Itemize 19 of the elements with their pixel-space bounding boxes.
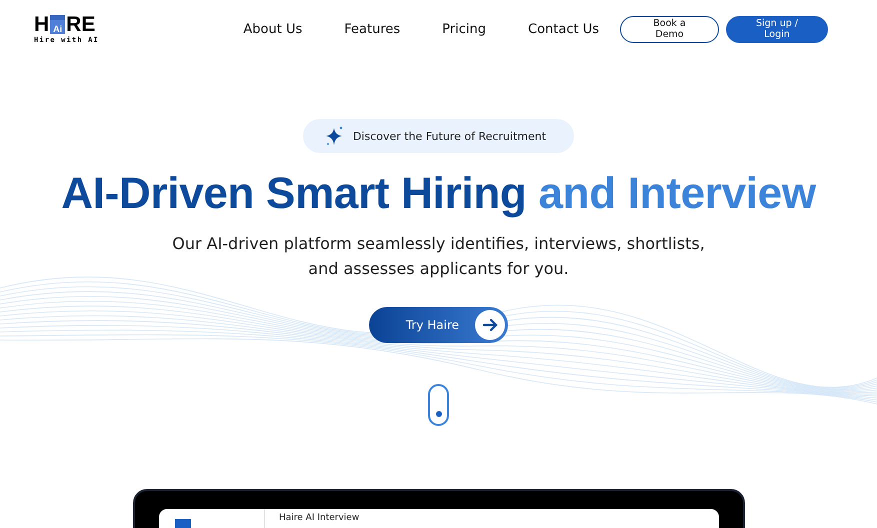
try-button[interactable]: Try Haire [369, 307, 508, 343]
signup-button[interactable]: Sign up / Login [726, 16, 828, 42]
preview-heading: Haire AI Interview [278, 512, 360, 525]
demo-button[interactable]: Book a Demo [620, 16, 719, 42]
logo-letter: H [34, 14, 50, 34]
hero-title-accent: and Interview [538, 169, 816, 219]
nav-link[interactable]: Pricing [442, 22, 486, 36]
logo-letter: RE [66, 14, 96, 34]
nav-link[interactable]: Contact Us [528, 22, 599, 36]
hero-title: AI-Driven Smart Hiring [61, 169, 526, 219]
announcement-text: Discover the Future of Recruitment [352, 130, 546, 142]
logo-icon [175, 519, 191, 528]
hero-subtitle: Our AI-driven platform seamlessly identifies, interviews, shortlists, and assesses applicants for you. [171, 233, 706, 280]
nav-link[interactable]: About Us [243, 22, 302, 36]
scroll-indicator [428, 384, 449, 426]
logo-badge: Ai [50, 15, 66, 34]
sparkle-icon [324, 125, 345, 147]
arrow-right-icon [475, 310, 505, 340]
nav-link[interactable]: Features [344, 22, 400, 36]
